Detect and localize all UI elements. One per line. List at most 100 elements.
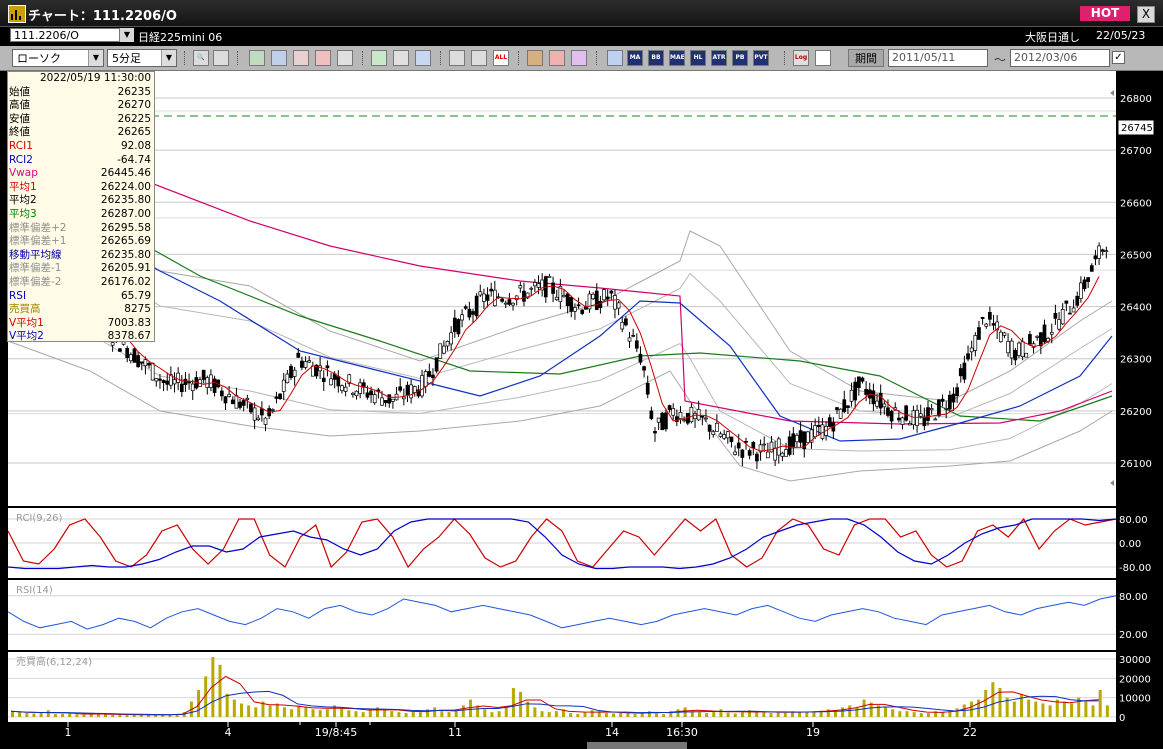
- scale-button[interactable]: [293, 50, 309, 66]
- candle-body: [682, 419, 686, 422]
- chart-type-select[interactable]: ローソク ▼: [12, 49, 104, 67]
- volume-bar: [304, 707, 308, 717]
- candle-body: [1068, 312, 1072, 315]
- toolbar-separator: [596, 51, 599, 65]
- pencil-button[interactable]: [371, 50, 387, 66]
- candle-body: [806, 431, 810, 443]
- volume-bar: [1019, 693, 1023, 717]
- hot-button[interactable]: HOT: [1080, 6, 1130, 21]
- candle-body: [656, 417, 661, 423]
- data-row-label: 高値: [9, 99, 30, 112]
- candle-button[interactable]: [315, 50, 331, 66]
- price-tick-label: 26200: [1120, 407, 1152, 418]
- volume-bar: [912, 712, 916, 717]
- pane-separator: [0, 578, 1163, 580]
- indicator-bb-button[interactable]: BB: [648, 50, 664, 66]
- interval-select[interactable]: 5分足 ▼: [107, 49, 177, 67]
- candle-body: [125, 348, 130, 358]
- data-row: V平均2 8378.67: [8, 330, 154, 344]
- candle-body: [1064, 300, 1069, 304]
- candle-single-button[interactable]: [449, 50, 465, 66]
- candle-body: [988, 312, 992, 320]
- volume-bar: [941, 712, 945, 717]
- price-axis-bg: [1116, 71, 1163, 726]
- data-row: 平均2 26235.80: [8, 194, 154, 208]
- date-from-input[interactable]: 2011/05/11: [888, 49, 988, 67]
- volume-bar: [905, 711, 909, 717]
- symbol-code-input[interactable]: 111.2206/O: [10, 28, 120, 42]
- rci-tick-label: 80.00: [1119, 515, 1148, 526]
- candle-body: [1100, 249, 1105, 252]
- candle-body: [205, 377, 210, 388]
- price-tick-label: 26400: [1120, 303, 1152, 314]
- candle-body: [813, 425, 818, 438]
- calendar-button[interactable]: [337, 50, 353, 66]
- price-tick-label: 26700: [1120, 146, 1152, 157]
- candle-body: [467, 308, 472, 318]
- candle-body: [147, 363, 151, 366]
- log-button[interactable]: Log: [793, 50, 809, 66]
- candle-body: [551, 282, 555, 294]
- bar-style-button[interactable]: [607, 50, 623, 66]
- grid-button[interactable]: [213, 50, 229, 66]
- volume-bar: [776, 711, 780, 717]
- volume-bar: [1062, 701, 1066, 717]
- bull-button[interactable]: [249, 50, 265, 66]
- cursor-button[interactable]: [393, 50, 409, 66]
- search-button[interactable]: [271, 50, 287, 66]
- candle-body: [998, 331, 1003, 343]
- candle-body: [620, 321, 625, 330]
- candle-body: [947, 394, 952, 410]
- candle-body: [369, 390, 373, 396]
- candle-body: [351, 392, 355, 395]
- volume-bar: [39, 712, 43, 717]
- candle-body: [664, 412, 668, 430]
- volume-bar: [612, 713, 616, 717]
- zoom-button[interactable]: 🔍: [193, 50, 209, 66]
- indicator-atr-button[interactable]: ATR: [711, 50, 727, 66]
- arrow-button[interactable]: [415, 50, 431, 66]
- period-button[interactable]: 期間: [848, 49, 884, 67]
- candle-body: [689, 406, 694, 423]
- candle-body: [340, 385, 344, 391]
- date-range-checkbox[interactable]: ✓: [1112, 51, 1125, 64]
- candle-body: [329, 378, 333, 386]
- indicator-pb-button[interactable]: PB: [732, 50, 748, 66]
- data-row-value: 92.08: [120, 139, 151, 152]
- candle-body: [1082, 279, 1087, 290]
- candle-body: [780, 452, 785, 457]
- candle-body: [303, 361, 308, 368]
- horizontal-scrollbar-thumb[interactable]: [587, 742, 687, 749]
- volume-bar: [1084, 701, 1088, 717]
- data-row-label: RSI: [9, 289, 27, 302]
- candle: [132, 347, 137, 363]
- candle-body: [598, 300, 603, 308]
- indicator-hl-button[interactable]: HL: [690, 50, 706, 66]
- volume-bar: [354, 711, 358, 717]
- candle-body: [762, 443, 767, 446]
- chart-canvas[interactable]: 26800 26700 26600 26500 26400 26300 26200 26100…: [0, 71, 1163, 749]
- palette-button[interactable]: [571, 50, 587, 66]
- volume-bar: [497, 711, 501, 717]
- indicator-pvt-button[interactable]: PVT: [753, 50, 769, 66]
- symbol-dropdown-button[interactable]: ▼: [120, 28, 134, 42]
- time-tick-label: 22: [963, 726, 977, 739]
- volume-bar: [383, 709, 387, 717]
- data-row-label: 移動平均線: [9, 248, 62, 261]
- brush-button[interactable]: [549, 50, 565, 66]
- rci-tick-label: 0.00: [1119, 539, 1141, 550]
- date-to-input[interactable]: 2012/03/06: [1010, 49, 1110, 67]
- ribbon-button[interactable]: [527, 50, 543, 66]
- candle-pair-button[interactable]: [471, 50, 487, 66]
- indicator-mae-button[interactable]: MAE: [669, 50, 685, 66]
- indicator-ma-button[interactable]: MA: [627, 50, 643, 66]
- all-button[interactable]: ALL: [493, 50, 509, 66]
- candle-body: [179, 383, 184, 393]
- candle-body: [230, 399, 235, 405]
- export-button[interactable]: [815, 50, 831, 66]
- close-button[interactable]: X: [1137, 6, 1155, 23]
- candle: [249, 403, 253, 414]
- candle-body: [1006, 341, 1010, 354]
- volume-bar: [812, 712, 816, 717]
- candle-body: [438, 343, 443, 359]
